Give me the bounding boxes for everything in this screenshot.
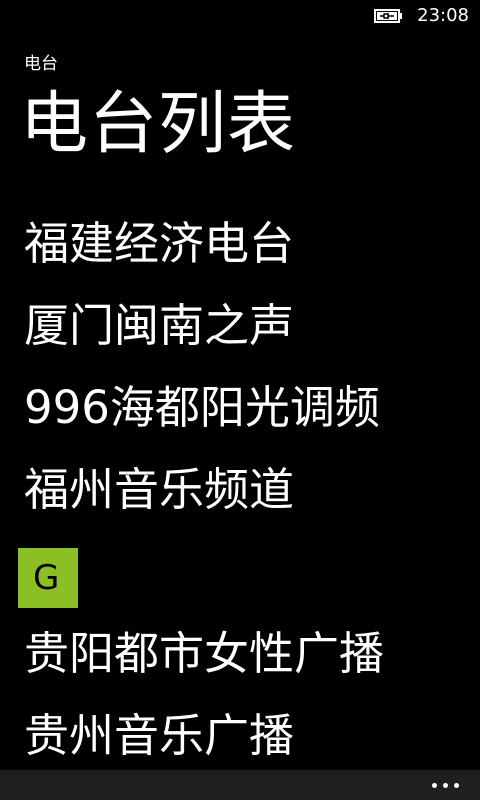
- station-label: 996海都阳光调频: [24, 381, 380, 434]
- station-item-xiamen-minnan[interactable]: 厦门闽南之声: [0, 290, 480, 372]
- station-label: 贵阳都市女性广播: [24, 627, 385, 680]
- station-item-fuzhou-music[interactable]: 福州音乐频道: [0, 454, 480, 536]
- station-item-guizhou-music[interactable]: 贵州音乐广播: [0, 700, 480, 770]
- station-item-996-haidu[interactable]: 996海都阳光调频: [0, 372, 480, 454]
- more-options-button[interactable]: [420, 770, 470, 800]
- station-label: 福建经济电台: [24, 217, 295, 270]
- application-bar: [0, 770, 480, 800]
- status-time: 23:08: [417, 5, 469, 26]
- app-name: 电台: [24, 54, 58, 74]
- station-item-guiyang-women[interactable]: 贵阳都市女性广播: [0, 618, 480, 700]
- group-letter: G: [33, 558, 60, 598]
- status-bar: 23:08: [0, 0, 480, 32]
- page-title: 电台列表: [20, 85, 297, 164]
- group-header-g: G: [0, 536, 480, 618]
- battery-charging-icon: [374, 9, 402, 23]
- jump-list-tile-g[interactable]: G: [18, 548, 78, 608]
- station-list[interactable]: 福建经济电台 厦门闽南之声 996海都阳光调频 福州音乐频道 G 贵阳都市女性广…: [0, 208, 480, 770]
- station-item-fujian-economy[interactable]: 福建经济电台: [0, 208, 480, 290]
- station-label: 福州音乐频道: [24, 463, 295, 516]
- station-label: 厦门闽南之声: [24, 299, 295, 352]
- station-label: 贵州音乐广播: [24, 709, 295, 762]
